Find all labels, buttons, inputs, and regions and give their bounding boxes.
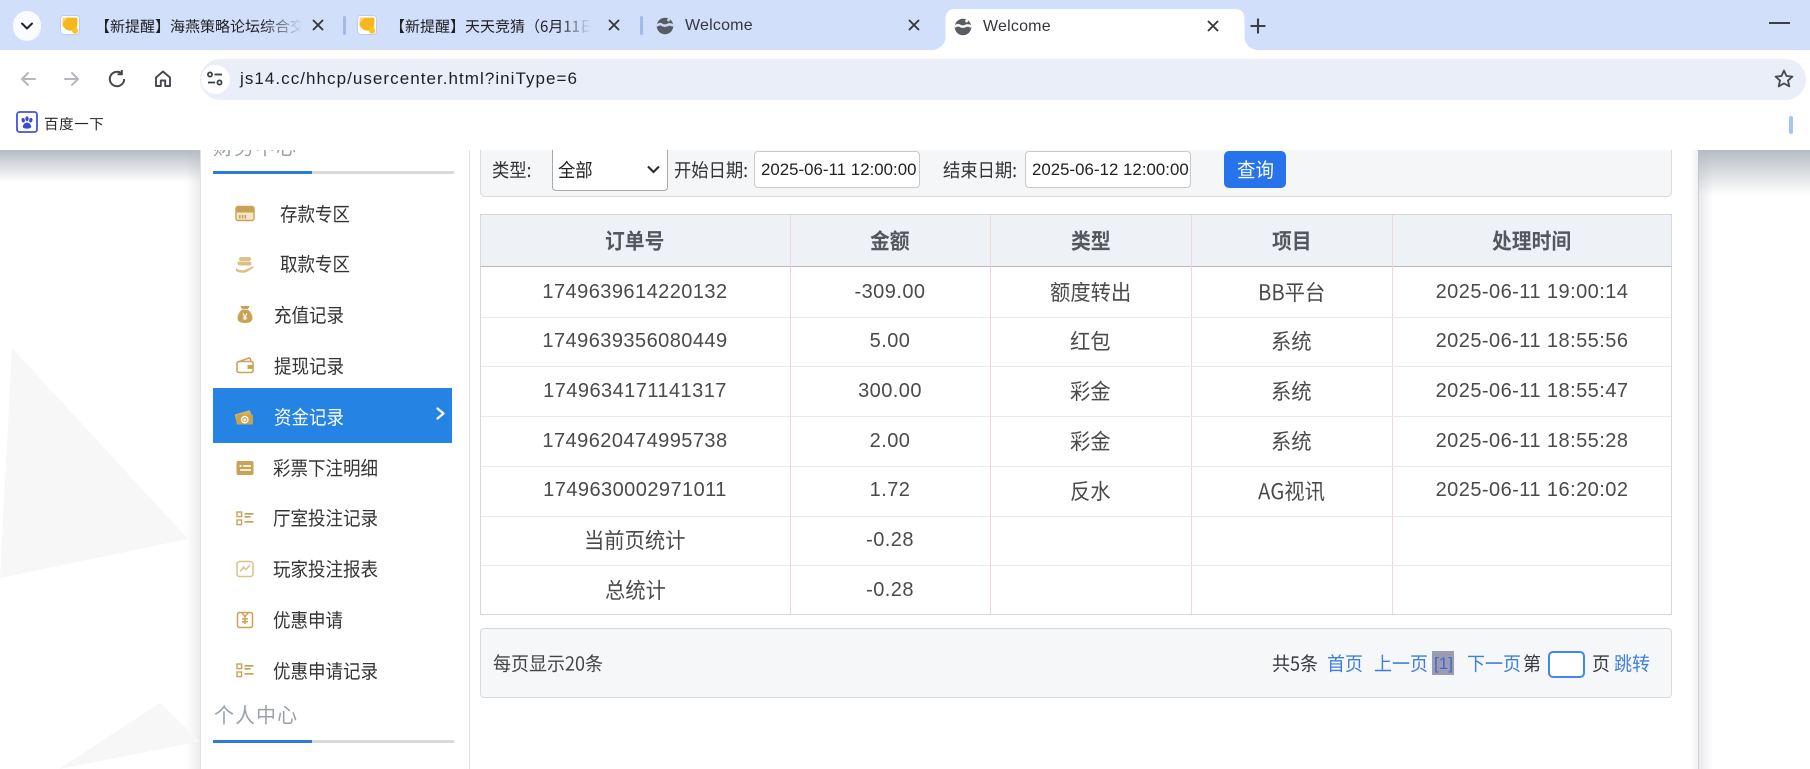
svg-text:¥: ¥: [243, 417, 247, 424]
svg-text:¥: ¥: [242, 312, 247, 322]
